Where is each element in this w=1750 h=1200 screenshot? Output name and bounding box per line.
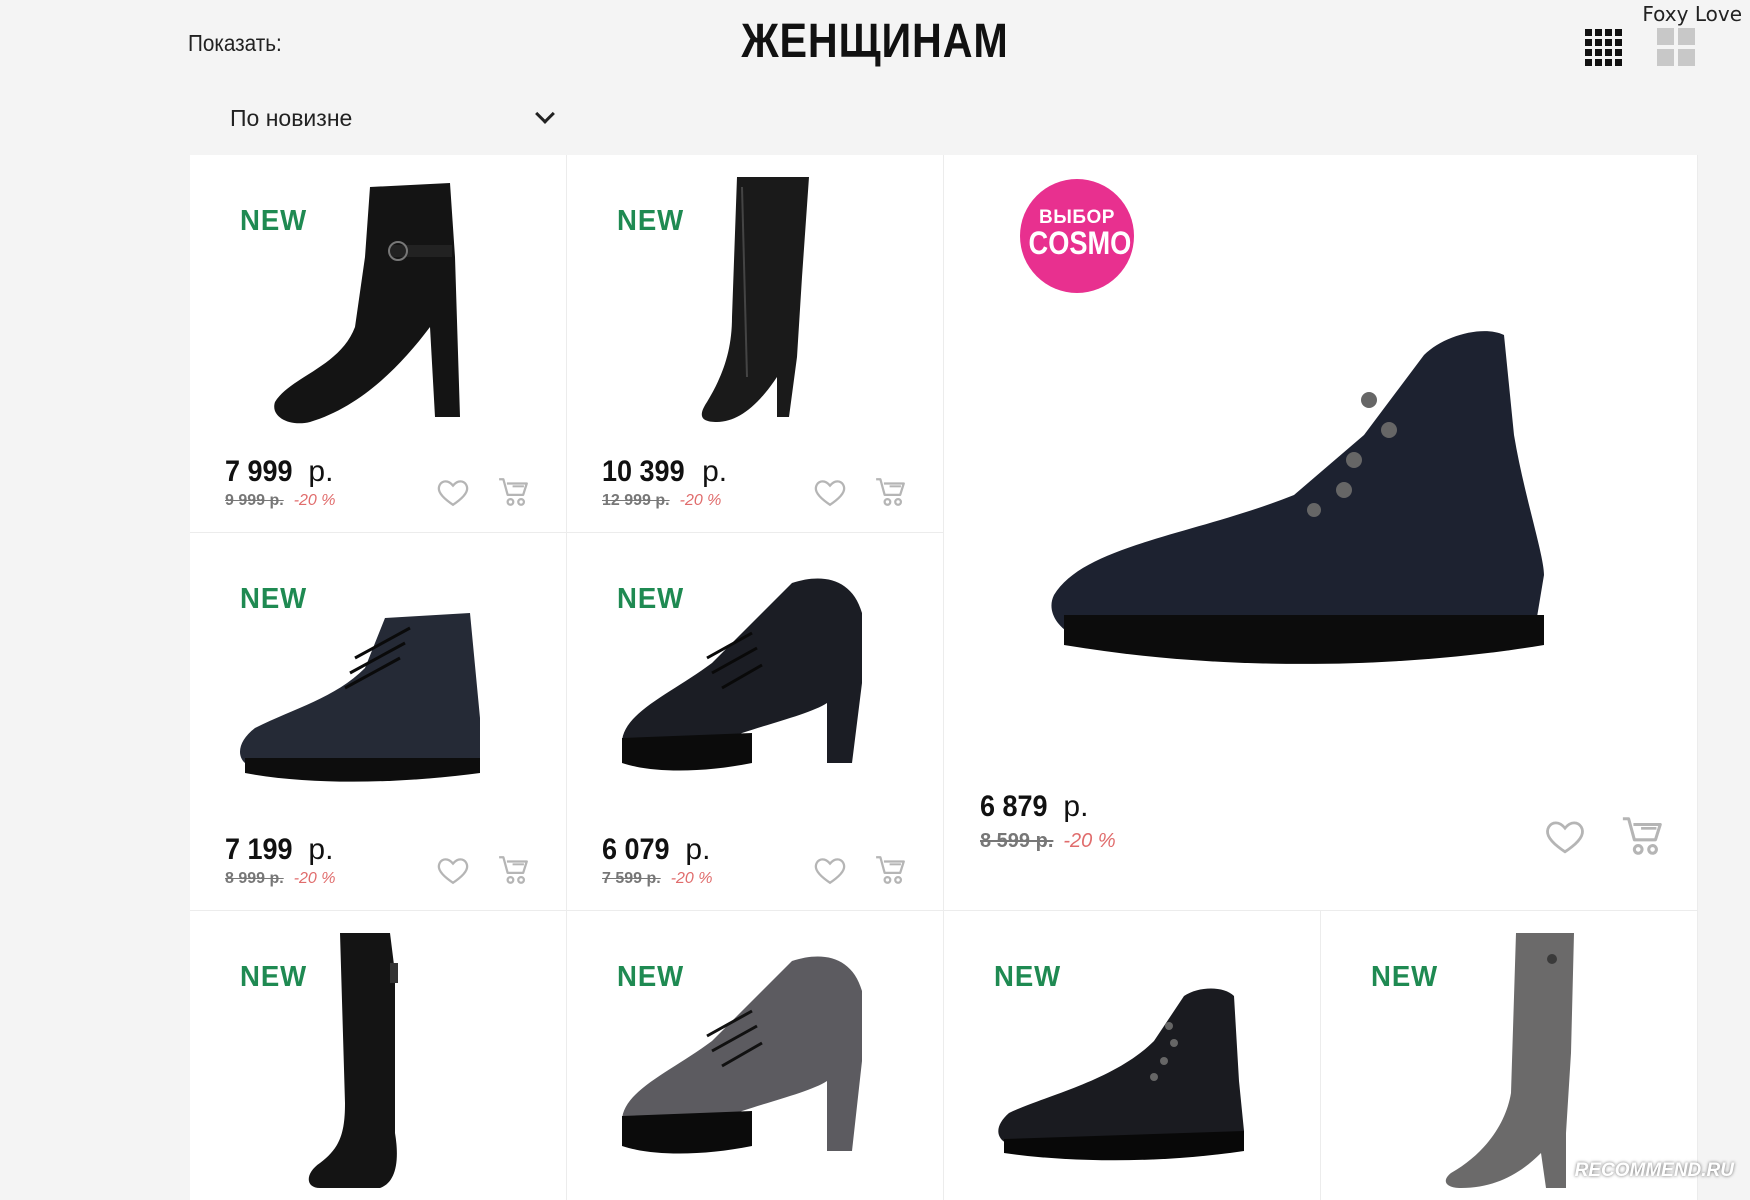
product-price: 7 199 р. <box>225 833 334 866</box>
product-price: 7 999 р. <box>225 455 334 488</box>
product-price: 10 399 р. <box>602 455 728 488</box>
product-card[interactable]: NEW <box>944 911 1321 1200</box>
product-old-price: 7 599 р. -20 % <box>602 870 713 887</box>
grid-small-icon[interactable] <box>1584 28 1622 66</box>
sort-select[interactable]: По новизне <box>210 98 560 138</box>
black-lace-up-ankle-boot-image <box>998 988 1244 1161</box>
heart-icon[interactable] <box>813 853 847 887</box>
watermark-bottom: RECOMMEND.RU <box>1574 1160 1734 1181</box>
heart-icon[interactable] <box>436 475 470 509</box>
page-title: ЖЕНЩИНАМ <box>741 15 1009 68</box>
watermark-top: Foxy Love <box>1642 2 1742 26</box>
black-suede-ankle-boot-image <box>274 183 460 424</box>
black-over-knee-boot-image <box>701 177 809 422</box>
new-badge: NEW <box>240 961 308 993</box>
product-old-price: 9 999 р. -20 % <box>225 492 336 509</box>
cosmo-badge: ВЫБОР COSMO <box>1020 179 1134 293</box>
product-price: 6 079 р. <box>602 833 711 866</box>
cart-icon[interactable] <box>874 475 908 509</box>
product-old-price: 8 599 р. -20 % <box>980 830 1116 852</box>
product-card[interactable]: NEW 7 199 р. 8 999 р. -20 % <box>190 533 567 911</box>
product-card-featured[interactable]: ВЫБОР COSMO 6 879 р. 8 599 р. -20 % <box>944 155 1698 911</box>
product-price: 6 879 р. <box>980 790 1089 823</box>
grid-large-icon[interactable] <box>1657 28 1695 66</box>
chevron-down-icon <box>535 104 555 124</box>
product-old-price: 12 999 р. -20 % <box>602 492 722 509</box>
cart-icon[interactable] <box>874 853 908 887</box>
cart-icon[interactable] <box>497 475 531 509</box>
cart-icon[interactable] <box>1620 813 1666 859</box>
product-card[interactable]: NEW 10 399 р. 12 999 р. -20 % <box>567 155 944 533</box>
black-tall-flat-boot-image <box>308 933 398 1188</box>
product-old-price: 8 999 р. -20 % <box>225 870 336 887</box>
black-lace-up-ankle-boot-image <box>1051 331 1544 664</box>
product-card[interactable]: NEW <box>1321 911 1698 1200</box>
heart-icon[interactable] <box>436 853 470 887</box>
grey-tall-boot-image <box>1445 933 1574 1188</box>
heart-icon[interactable] <box>813 475 847 509</box>
product-card[interactable]: NEW 6 079 р. 7 599 р. -20 % <box>567 533 944 911</box>
black-lace-up-low-boot-image <box>240 613 480 782</box>
product-card[interactable]: NEW 7 999 р. 9 999 р. -20 % <box>190 155 567 533</box>
black-heeled-oxford-image <box>622 578 862 771</box>
product-grid: NEW 7 999 р. 9 999 р. -20 % NEW 10 399 р.… <box>190 155 1698 1200</box>
product-card[interactable]: NEW <box>567 911 944 1200</box>
product-card[interactable]: NEW <box>190 911 567 1200</box>
sort-value: По новизне <box>230 104 353 131</box>
cart-icon[interactable] <box>497 853 531 887</box>
grey-heeled-oxford-image <box>622 956 862 1154</box>
heart-icon[interactable] <box>1544 815 1586 857</box>
new-badge: NEW <box>617 205 685 237</box>
